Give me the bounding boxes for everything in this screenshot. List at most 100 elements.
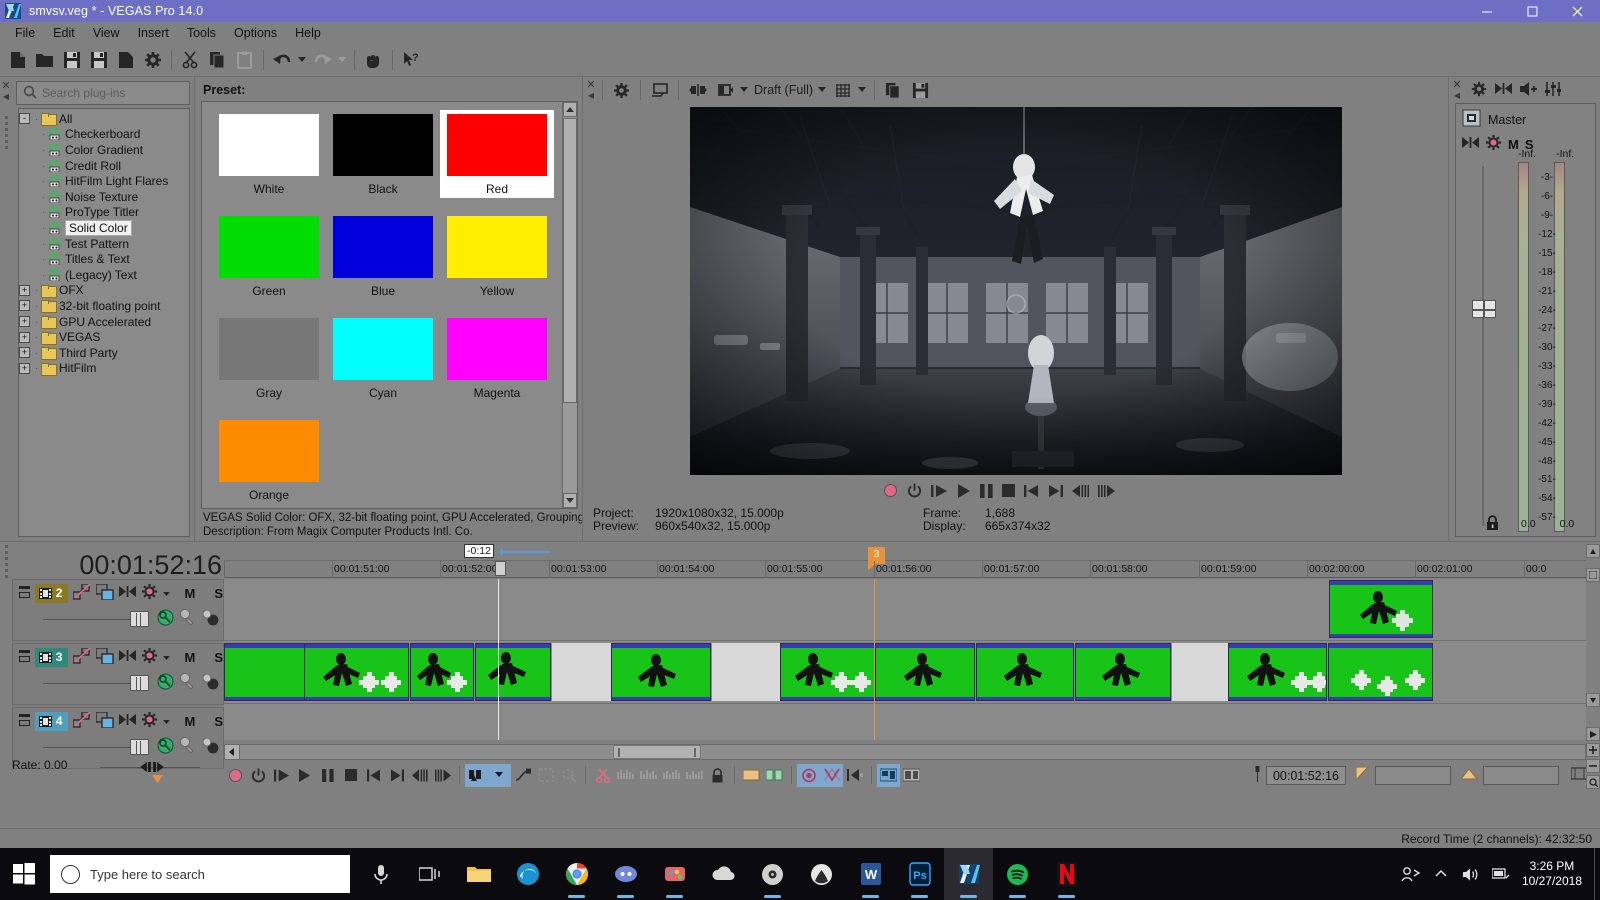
mixer-output-volume-icon[interactable] bbox=[1520, 81, 1537, 99]
menu-edit[interactable]: Edit bbox=[44, 24, 84, 42]
copy-snapshot-to-clipboard-icon[interactable] bbox=[880, 77, 907, 104]
expander-icon[interactable]: + bbox=[19, 284, 30, 296]
quality-dropdown-arrow-icon[interactable] bbox=[738, 77, 751, 104]
video-preview-window-button[interactable] bbox=[900, 764, 923, 787]
quality-dropdown-arrow-icon-2[interactable] bbox=[816, 77, 829, 104]
loop-playback-button[interactable] bbox=[247, 764, 270, 787]
swatch-green[interactable]: Green bbox=[212, 212, 326, 300]
track-solo-button[interactable]: S bbox=[214, 714, 223, 729]
preset-swatch-list[interactable]: White Black Red Green Blue Yellow Gray C… bbox=[201, 101, 578, 509]
track-parent-motion-icon[interactable] bbox=[202, 673, 220, 693]
plugin-panel-grip[interactable]: ✕ ◀ bbox=[0, 77, 12, 541]
open-project-icon[interactable] bbox=[31, 46, 58, 73]
preview-panel-collapse-icon[interactable]: ◀ bbox=[588, 91, 594, 101]
new-project-icon[interactable] bbox=[4, 46, 31, 73]
cut-button[interactable] bbox=[591, 764, 614, 787]
save-snapshot-to-file-icon[interactable] bbox=[907, 77, 934, 104]
swatch-cyan[interactable]: Cyan bbox=[326, 314, 440, 402]
track-mute-button[interactable]: M bbox=[184, 650, 195, 665]
show-desktop-button[interactable] bbox=[1594, 848, 1600, 900]
swatch-yellow[interactable]: Yellow bbox=[440, 212, 554, 300]
tree-node-solid-color[interactable]: · Solid Color bbox=[19, 219, 189, 236]
zoom-edit-tool-button[interactable] bbox=[557, 764, 580, 787]
swatch-orange[interactable]: Orange bbox=[212, 416, 326, 504]
tree-node-all[interactable]: - · All bbox=[19, 111, 189, 127]
save-as-icon[interactable] bbox=[85, 46, 112, 73]
preview-stop-button[interactable] bbox=[1001, 484, 1015, 500]
onedrive-icon[interactable] bbox=[699, 848, 748, 900]
preview-panel-grip[interactable]: ✕ ◀ bbox=[585, 79, 597, 101]
track-fx-icon[interactable] bbox=[141, 647, 158, 667]
mixer-inserts-icon[interactable] bbox=[1495, 82, 1512, 98]
preview-previous-frame-button[interactable] bbox=[1071, 484, 1089, 501]
timeline-event[interactable] bbox=[410, 643, 474, 701]
taskbar-clock[interactable]: 3:26 PM 10/27/2018 bbox=[1516, 859, 1594, 889]
preview-stage[interactable] bbox=[583, 103, 1448, 477]
preview-record-button[interactable] bbox=[883, 483, 898, 501]
pause-button[interactable] bbox=[316, 764, 339, 787]
discord-icon[interactable] bbox=[601, 848, 650, 900]
menu-help[interactable]: Help bbox=[286, 24, 330, 42]
record-button[interactable] bbox=[224, 764, 247, 787]
mixer-panel-close-icon[interactable]: ✕ bbox=[1452, 79, 1461, 90]
timeline-event[interactable] bbox=[224, 643, 306, 701]
next-frame-button[interactable] bbox=[431, 764, 454, 787]
tree-node-32bit-floating-point[interactable]: + · 32-bit floating point bbox=[19, 298, 189, 314]
preview-on-off-icon[interactable] bbox=[711, 77, 738, 104]
scroll-up-button[interactable] bbox=[1586, 544, 1600, 558]
spotify-icon[interactable] bbox=[993, 848, 1042, 900]
people-icon[interactable] bbox=[1396, 866, 1426, 882]
position-timecode-field[interactable]: 00:01:52:16 bbox=[1265, 765, 1346, 785]
track-fx-icon[interactable] bbox=[141, 583, 158, 603]
auto-ripple-button[interactable] bbox=[637, 764, 660, 787]
track-number-badge[interactable]: 2 bbox=[35, 583, 69, 603]
track-level-knob[interactable] bbox=[130, 674, 149, 691]
media-player-icon[interactable] bbox=[748, 848, 797, 900]
timeline-gap[interactable] bbox=[552, 643, 611, 701]
track-fade-to-color-icon[interactable] bbox=[179, 608, 197, 629]
preview-loop-playback-button[interactable] bbox=[907, 483, 922, 501]
timeline-event[interactable] bbox=[1228, 643, 1327, 701]
netflix-icon[interactable] bbox=[1042, 848, 1091, 900]
swatch-gray[interactable]: Gray bbox=[212, 314, 326, 402]
overlays-dropdown-arrow-icon[interactable] bbox=[856, 77, 869, 104]
track-number-badge[interactable]: 3 bbox=[35, 647, 69, 667]
track-mute-button[interactable]: M bbox=[184, 586, 195, 601]
track-row-4[interactable] bbox=[224, 705, 1586, 740]
selection-start-field[interactable] bbox=[1375, 765, 1451, 785]
tree-node-color-gradient[interactable]: · Color Gradient bbox=[19, 142, 189, 158]
minimize-button[interactable] bbox=[1465, 0, 1510, 22]
expander-icon[interactable]: + bbox=[19, 347, 30, 359]
track-minimize-icon[interactable] bbox=[19, 585, 31, 601]
tree-node-vegas[interactable]: + · VEGAS bbox=[19, 329, 189, 345]
marker-bar[interactable]: -0:12 3 bbox=[224, 542, 1586, 570]
preview-video-frame[interactable] bbox=[689, 107, 1342, 475]
zoom-out-button[interactable] bbox=[1586, 759, 1600, 773]
preview-next-frame-button[interactable] bbox=[1097, 484, 1115, 501]
expander-icon[interactable]: + bbox=[19, 316, 30, 328]
timeline-event[interactable] bbox=[611, 643, 711, 701]
preview-play-from-start-button[interactable] bbox=[930, 484, 948, 501]
tree-node-noise-texture[interactable]: · Noise Texture bbox=[19, 189, 189, 205]
menu-insert[interactable]: Insert bbox=[129, 24, 178, 42]
external-monitor-icon[interactable] bbox=[646, 77, 673, 104]
track-list-button[interactable] bbox=[1586, 568, 1600, 582]
cursor-timecode-display[interactable]: 00:01:52:16 bbox=[12, 550, 222, 581]
search-input[interactable] bbox=[42, 86, 197, 100]
plugin-panel-collapse-icon[interactable]: ◀ bbox=[3, 92, 9, 102]
track-motion-icon[interactable] bbox=[157, 737, 174, 757]
zoom-in-time-button[interactable] bbox=[1586, 727, 1600, 741]
timeline-track-area[interactable] bbox=[224, 579, 1586, 740]
quantize-to-frames-button[interactable] bbox=[706, 764, 729, 787]
go-to-start-button[interactable] bbox=[362, 764, 385, 787]
timeline-horizontal-scrollbar[interactable] bbox=[224, 744, 1586, 760]
track-level-slider[interactable] bbox=[43, 738, 149, 755]
track-fade-to-color-icon[interactable] bbox=[179, 736, 197, 757]
undo-dropdown-icon[interactable] bbox=[296, 46, 309, 73]
timeline-drag-handle[interactable] bbox=[0, 542, 12, 790]
save-project-icon[interactable] bbox=[58, 46, 85, 73]
track-level-slider[interactable] bbox=[43, 610, 149, 627]
normal-edit-tool-button[interactable] bbox=[465, 763, 488, 787]
lock-envelopes-button[interactable] bbox=[660, 764, 683, 787]
track-pan-icon[interactable] bbox=[119, 713, 137, 729]
